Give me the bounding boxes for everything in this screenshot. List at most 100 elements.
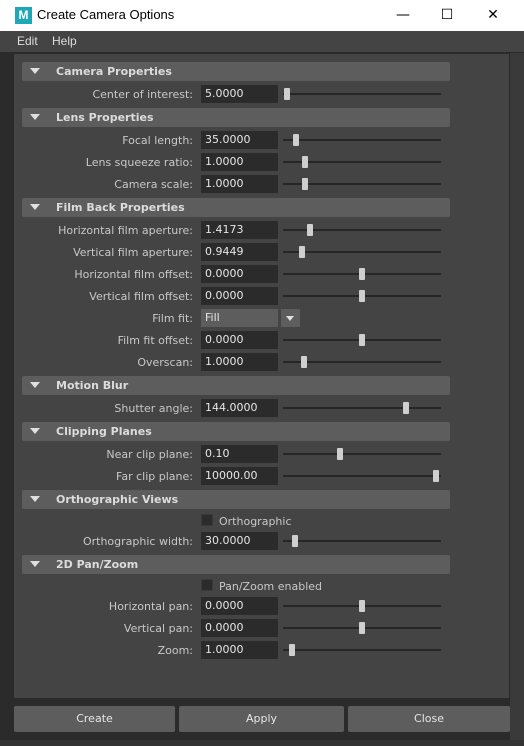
label-focal-length: Focal length:: [122, 134, 193, 147]
film-fit-offset-field[interactable]: 0.0000: [201, 331, 278, 349]
far-clip-plane-slider[interactable]: [283, 470, 441, 482]
section-camera-properties[interactable]: Camera Properties: [22, 62, 450, 81]
section-title: Film Back Properties: [56, 201, 185, 214]
focal-length-slider[interactable]: [283, 134, 441, 146]
vertical-film-offset-field[interactable]: 0.0000: [201, 287, 278, 305]
label-vertical-film-offset: Vertical film offset:: [89, 290, 193, 303]
section-motion-blur[interactable]: Motion Blur: [22, 376, 450, 395]
center-of-interest-field[interactable]: 5.0000: [201, 85, 278, 103]
section-2d-pan-zoom[interactable]: 2D Pan/Zoom: [22, 555, 450, 574]
slider-handle[interactable]: [288, 644, 295, 656]
camera-scale-slider[interactable]: [283, 178, 441, 190]
background-viewport-edge: [510, 53, 524, 746]
slider-handle[interactable]: [299, 246, 305, 258]
slider-handle[interactable]: [336, 448, 343, 460]
menu-help[interactable]: Help: [52, 34, 77, 48]
focal-length-field[interactable]: 35.0000: [201, 131, 278, 149]
collapse-triangle-icon: [30, 114, 40, 120]
slider-handle[interactable]: [293, 134, 299, 146]
horizontal-film-aperture-field[interactable]: 1.4173: [201, 221, 278, 239]
section-title: Camera Properties: [56, 65, 172, 78]
slider-handle[interactable]: [359, 600, 365, 612]
chevron-down-icon[interactable]: [281, 309, 300, 327]
slider-handle[interactable]: [359, 622, 365, 634]
slider-handle[interactable]: [291, 535, 298, 547]
label-horizontal-film-aperture: Horizontal film aperture:: [58, 224, 193, 237]
horizontal-film-offset-slider[interactable]: [283, 268, 441, 280]
window-title: Create Camera Options: [37, 7, 175, 22]
orthographic-checkbox[interactable]: [201, 514, 213, 526]
background-strip: [0, 740, 524, 746]
close-window-button[interactable]: ✕: [470, 0, 516, 31]
lens-squeeze-ratio-field[interactable]: 1.0000: [201, 153, 278, 171]
collapse-triangle-icon: [30, 428, 40, 434]
orthographic-width-slider[interactable]: [283, 535, 441, 547]
zoom-field[interactable]: 1.0000: [201, 641, 278, 659]
section-clipping-planes[interactable]: Clipping Planes: [22, 422, 450, 441]
horizontal-pan-field[interactable]: 0.0000: [201, 597, 278, 615]
collapse-triangle-icon: [30, 496, 40, 502]
near-clip-plane-field[interactable]: 0.10: [201, 445, 278, 463]
shutter-angle-slider[interactable]: [283, 402, 441, 414]
collapse-triangle-icon: [30, 68, 40, 74]
label-near-clip-plane: Near clip plane:: [106, 448, 193, 461]
orthographic-checkbox-label[interactable]: Orthographic: [219, 515, 292, 528]
slider-handle[interactable]: [432, 470, 439, 482]
horizontal-film-aperture-slider[interactable]: [283, 224, 441, 236]
section-title: 2D Pan/Zoom: [56, 558, 139, 571]
label-zoom: Zoom:: [157, 644, 193, 657]
close-button[interactable]: Close: [348, 706, 510, 732]
slider-handle[interactable]: [302, 156, 308, 168]
slider-handle[interactable]: [359, 290, 365, 302]
minimize-button[interactable]: —: [380, 0, 426, 31]
section-film-back-properties[interactable]: Film Back Properties: [22, 198, 450, 217]
label-lens-squeeze-ratio: Lens squeeze ratio:: [85, 156, 193, 169]
label-film-fit: Film fit:: [152, 312, 193, 325]
center-of-interest-slider[interactable]: [283, 88, 441, 100]
vertical-pan-field[interactable]: 0.0000: [201, 619, 278, 637]
maximize-button[interactable]: ☐: [424, 0, 470, 31]
film-fit-dropdown[interactable]: Fill: [201, 309, 278, 327]
film-fit-offset-slider[interactable]: [283, 334, 441, 346]
vertical-pan-slider[interactable]: [283, 622, 441, 634]
slider-handle[interactable]: [359, 334, 365, 346]
far-clip-plane-field[interactable]: 10000.00: [201, 467, 278, 485]
slider-handle[interactable]: [306, 224, 313, 236]
section-title: Orthographic Views: [56, 493, 179, 506]
camera-scale-field[interactable]: 1.0000: [201, 175, 278, 193]
zoom-slider[interactable]: [283, 644, 441, 656]
section-lens-properties[interactable]: Lens Properties: [22, 108, 450, 127]
label-shutter-angle: Shutter angle:: [114, 402, 193, 415]
pan-zoom-enabled-label[interactable]: Pan/Zoom enabled: [219, 580, 322, 593]
label-camera-scale: Camera scale:: [114, 178, 193, 191]
pan-zoom-enabled-checkbox[interactable]: [201, 579, 213, 591]
vertical-film-aperture-slider[interactable]: [283, 246, 441, 258]
orthographic-width-field[interactable]: 30.0000: [201, 532, 278, 550]
maya-m-icon: M: [15, 7, 32, 24]
overscan-field[interactable]: 1.0000: [201, 353, 278, 371]
slider-handle[interactable]: [302, 178, 308, 190]
slider-handle[interactable]: [359, 268, 365, 280]
shutter-angle-field[interactable]: 144.0000: [201, 399, 278, 417]
slider-handle[interactable]: [300, 356, 307, 368]
title-bar: M Create Camera Options — ☐ ✕: [0, 0, 524, 31]
label-vertical-film-aperture: Vertical film aperture:: [73, 246, 193, 259]
overscan-slider[interactable]: [283, 356, 441, 368]
apply-button[interactable]: Apply: [179, 706, 344, 732]
near-clip-plane-slider[interactable]: [283, 448, 441, 460]
label-center-of-interest: Center of interest:: [92, 88, 193, 101]
collapse-triangle-icon: [30, 204, 40, 210]
lens-squeeze-ratio-slider[interactable]: [283, 156, 441, 168]
vertical-film-offset-slider[interactable]: [283, 290, 441, 302]
menu-edit[interactable]: Edit: [17, 34, 38, 48]
vertical-film-aperture-field[interactable]: 0.9449: [201, 243, 278, 261]
slider-handle[interactable]: [284, 88, 290, 100]
create-button[interactable]: Create: [14, 706, 175, 732]
label-film-fit-offset: Film fit offset:: [117, 334, 193, 347]
section-orthographic-views[interactable]: Orthographic Views: [22, 490, 450, 509]
horizontal-film-offset-field[interactable]: 0.0000: [201, 265, 278, 283]
label-overscan: Overscan:: [137, 356, 193, 369]
slider-handle[interactable]: [402, 402, 409, 414]
horizontal-pan-slider[interactable]: [283, 600, 441, 612]
section-title: Lens Properties: [56, 111, 154, 124]
